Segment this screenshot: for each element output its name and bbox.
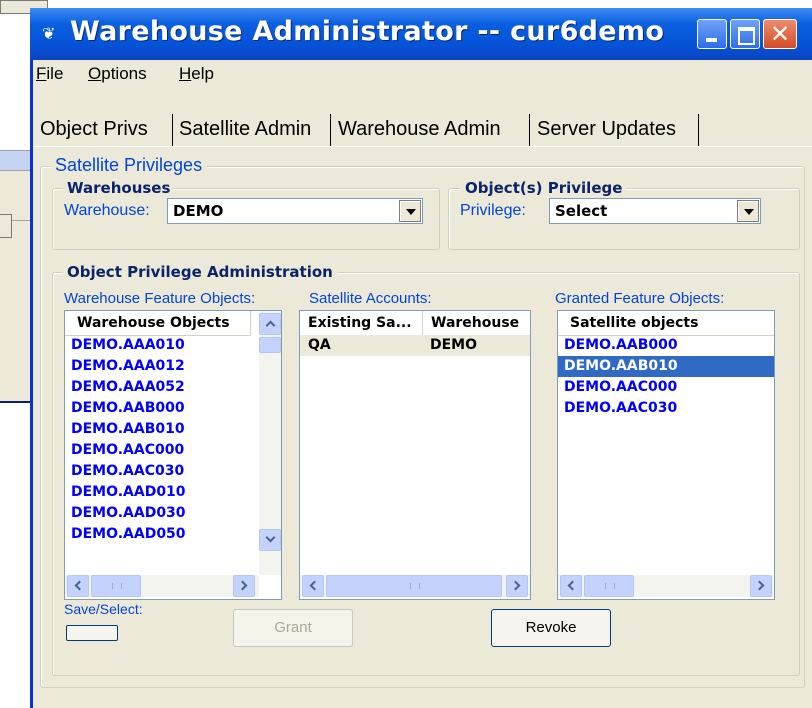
granted-feature-objects-label: Granted Feature Objects:: [555, 290, 725, 307]
minimize-button[interactable]: [697, 19, 727, 49]
list-item[interactable]: DEMO.AAC000: [558, 377, 774, 398]
tab-satellite-admin[interactable]: Satellite Admin: [179, 112, 311, 146]
save-select-label: Save/Select:: [64, 601, 143, 617]
scroll-right-icon[interactable]: [750, 575, 772, 597]
privilege-label: Privilege:: [460, 202, 526, 219]
granted-feature-objects-list[interactable]: Satellite objects DEMO.AAB000 DEMO.AAB01…: [557, 310, 775, 600]
scroll-thumb[interactable]: [259, 337, 281, 353]
list-item[interactable]: DEMO.AAB000: [558, 335, 774, 356]
chevron-down-icon[interactable]: [737, 200, 759, 222]
scroll-up-icon[interactable]: [259, 313, 281, 335]
object-privilege-administration-legend: Object Privilege Administration: [63, 263, 337, 281]
tab-separator: [529, 114, 530, 146]
background-window-row: [0, 220, 30, 403]
warehouse-app-icon: ❦: [42, 24, 56, 43]
title-bar[interactable]: ❦ Warehouse Administrator -- cur6demo ✕: [30, 8, 812, 60]
list-item-selected[interactable]: DEMO.AAB010: [558, 356, 774, 377]
close-button[interactable]: ✕: [763, 19, 797, 49]
warehouses-legend: Warehouses: [63, 179, 175, 197]
horizontal-scrollbar[interactable]: [558, 575, 774, 597]
warehouse-objects-list[interactable]: Warehouse Objects DEMO.AAA010 DEMO.AAA01…: [64, 310, 282, 600]
scroll-thumb[interactable]: [326, 575, 502, 597]
privilege-select-value: Select: [555, 202, 608, 220]
scroll-thumb[interactable]: [91, 575, 141, 597]
maximize-button[interactable]: [730, 19, 760, 49]
list-item[interactable]: DEMO.AAC030: [558, 398, 774, 419]
warehouse-feature-objects-label: Warehouse Feature Objects:: [64, 290, 256, 307]
main-window: ❦ Warehouse Administrator -- cur6demo ✕ …: [30, 8, 812, 708]
scroll-right-icon[interactable]: [506, 575, 528, 597]
list-header: Existing Sa... Warehouse: [300, 311, 530, 336]
menu-help[interactable]: Help: [179, 64, 214, 84]
satellite-account-cell: QA: [308, 337, 331, 353]
close-icon: ✕: [770, 20, 791, 48]
table-row[interactable]: QA DEMO: [300, 335, 530, 356]
horizontal-scrollbar[interactable]: [65, 575, 259, 597]
tab-separator: [172, 114, 173, 146]
privilege-select[interactable]: Select: [549, 198, 761, 224]
scroll-right-icon[interactable]: [233, 575, 255, 597]
menu-file[interactable]: File: [36, 64, 63, 84]
warehouse-select-value: DEMO: [173, 202, 224, 220]
tab-separator: [698, 114, 699, 146]
tab-warehouse-admin[interactable]: Warehouse Admin: [338, 112, 501, 146]
window-title: Warehouse Administrator -- cur6demo: [70, 16, 665, 47]
tab-server-updates[interactable]: Server Updates: [537, 112, 676, 146]
satellite-accounts-list[interactable]: Existing Sa... Warehouse QA DEMO: [299, 310, 531, 600]
vertical-scrollbar[interactable]: [259, 311, 281, 575]
background-window-row: [0, 150, 30, 171]
list-header: Warehouse Objects: [65, 311, 251, 336]
list-item[interactable]: DEMO.AAD010: [65, 482, 251, 503]
scroll-left-icon[interactable]: [560, 575, 582, 597]
revoke-button[interactable]: Revoke: [491, 609, 611, 647]
menu-bar: File Options Help: [33, 60, 812, 86]
grant-button[interactable]: Grant: [233, 609, 353, 647]
menu-options[interactable]: Options: [88, 64, 147, 84]
chevron-down-icon[interactable]: [399, 200, 421, 222]
object-privilege-legend: Object(s) Privilege: [461, 179, 627, 197]
satellite-warehouse-cell: DEMO: [430, 337, 478, 353]
background-window: [0, 0, 48, 693]
satellite-objects-header[interactable]: Satellite objects: [558, 311, 774, 335]
background-window-button[interactable]: [0, 214, 12, 238]
warehouse-column-header[interactable]: Warehouse: [423, 311, 530, 335]
satellite-privileges-legend: Satellite Privileges: [51, 155, 207, 176]
existing-satellite-column-header[interactable]: Existing Sa...: [300, 311, 423, 335]
horizontal-scrollbar[interactable]: [300, 575, 530, 597]
tab-object-privs[interactable]: Object Privs: [40, 112, 148, 146]
scroll-left-icon[interactable]: [67, 575, 89, 597]
scroll-down-icon[interactable]: [259, 529, 281, 551]
save-select-button[interactable]: [66, 625, 118, 641]
list-item[interactable]: DEMO.AAB000: [65, 398, 251, 419]
list-item[interactable]: DEMO.AAD050: [65, 524, 251, 545]
list-item[interactable]: DEMO.AAC000: [65, 440, 251, 461]
warehouse-objects-header[interactable]: Warehouse Objects: [65, 311, 251, 335]
warehouse-label: Warehouse:: [64, 202, 150, 219]
list-header: Satellite objects: [558, 311, 774, 336]
scroll-thumb[interactable]: [584, 575, 634, 597]
list-item[interactable]: DEMO.AAB010: [65, 419, 251, 440]
list-item[interactable]: DEMO.AAC030: [65, 461, 251, 482]
warehouse-select[interactable]: DEMO: [167, 198, 423, 224]
list-item[interactable]: DEMO.AAD030: [65, 503, 251, 524]
satellite-accounts-label: Satellite Accounts:: [309, 290, 432, 307]
list-item[interactable]: DEMO.AAA010: [65, 335, 251, 356]
list-item[interactable]: DEMO.AAA012: [65, 356, 251, 377]
scroll-left-icon[interactable]: [302, 575, 324, 597]
tab-separator: [330, 114, 331, 146]
list-item[interactable]: DEMO.AAA052: [65, 377, 251, 398]
